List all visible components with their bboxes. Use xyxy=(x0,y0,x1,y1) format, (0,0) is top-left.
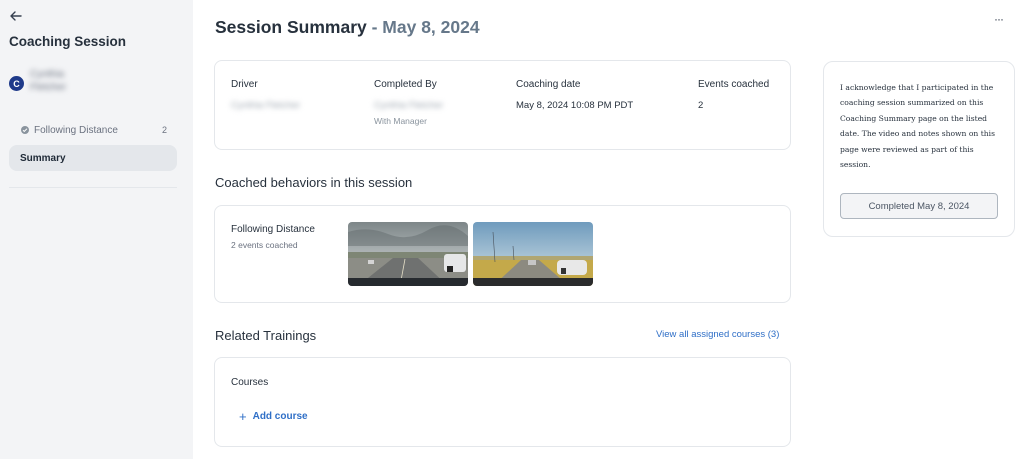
driver-value: Cynthia Fletcher xyxy=(231,100,301,111)
acknowledgement-text: I acknowledge that I participated in the… xyxy=(840,83,996,170)
completed-by-label: Completed By xyxy=(374,79,437,90)
coaching-date-label: Coaching date xyxy=(516,79,581,90)
event-video-thumbnail[interactable] xyxy=(348,222,468,286)
app: Coaching Session C Cynthia Fletcher Foll… xyxy=(0,0,1024,459)
courses-label: Courses xyxy=(231,377,269,388)
road-image-icon xyxy=(348,222,468,286)
sidebar-item-label: Following Distance xyxy=(34,124,118,136)
plus-icon: + xyxy=(239,409,247,424)
coaching-date-value: May 8, 2024 10:08 PM PDT xyxy=(516,100,634,111)
driver-label: Driver xyxy=(231,79,258,90)
behaviors-card: Following Distance 2 events coached xyxy=(214,205,791,303)
sidebar-item-count: 2 xyxy=(161,125,167,135)
more-icon: ··· xyxy=(994,12,1004,26)
sidebar-item-label: Summary xyxy=(20,152,66,164)
completed-by-column: Completed By Cynthia Fletcher With Manag… xyxy=(374,79,443,126)
sidebar-item-following-distance[interactable]: Following Distance 2 xyxy=(9,117,177,143)
arrow-left-icon xyxy=(10,11,22,21)
coached-behaviors-title: Coached behaviors in this session xyxy=(215,175,413,190)
back-button[interactable] xyxy=(8,8,24,24)
related-trainings-title: Related Trainings xyxy=(215,328,317,343)
view-all-courses-link[interactable]: View all assigned courses (3) xyxy=(656,329,779,340)
events-coached-value: 2 xyxy=(698,100,704,111)
page-title-separator: - xyxy=(366,17,383,37)
page-title-text: Session Summary xyxy=(215,17,367,37)
sidebar-divider xyxy=(9,187,177,188)
events-coached-label: Events coached xyxy=(698,79,770,90)
driver-info: C Cynthia Fletcher xyxy=(9,68,84,94)
trainings-card: Courses + Add course xyxy=(214,357,791,447)
behavior-title: Following Distance xyxy=(231,224,315,235)
driver-column: Driver Cynthia Fletcher xyxy=(231,79,300,111)
add-course-button[interactable]: + Add course xyxy=(239,409,308,424)
page-title: Session Summary - May 8, 2024 xyxy=(215,17,480,38)
sidebar: Coaching Session C Cynthia Fletcher Foll… xyxy=(0,0,193,459)
check-circle-icon xyxy=(21,126,29,134)
sidebar-item-summary[interactable]: Summary xyxy=(9,145,177,171)
more-options-button[interactable]: ··· xyxy=(994,12,1004,26)
completed-button[interactable]: Completed May 8, 2024 xyxy=(840,193,998,219)
sidebar-title: Coaching Session xyxy=(9,34,127,49)
avatar: C xyxy=(9,76,24,91)
behavior-subtitle: 2 events coached xyxy=(231,240,298,250)
completed-by-value: Cynthia Fletcher xyxy=(374,100,444,111)
event-video-thumbnail[interactable] xyxy=(473,222,593,286)
acknowledgement-card: I acknowledge that I participated in the… xyxy=(823,61,1015,237)
page-title-date: May 8, 2024 xyxy=(382,17,480,37)
events-coached-column: Events coached 2 xyxy=(698,79,769,111)
session-info-card: Driver Cynthia Fletcher Completed By Cyn… xyxy=(214,60,791,150)
driver-name: Cynthia Fletcher xyxy=(30,69,67,93)
completed-by-sub: With Manager xyxy=(374,116,427,126)
road-image-icon xyxy=(473,222,593,286)
add-course-label: Add course xyxy=(252,411,308,422)
coaching-date-column: Coaching date May 8, 2024 10:08 PM PDT xyxy=(516,79,633,111)
